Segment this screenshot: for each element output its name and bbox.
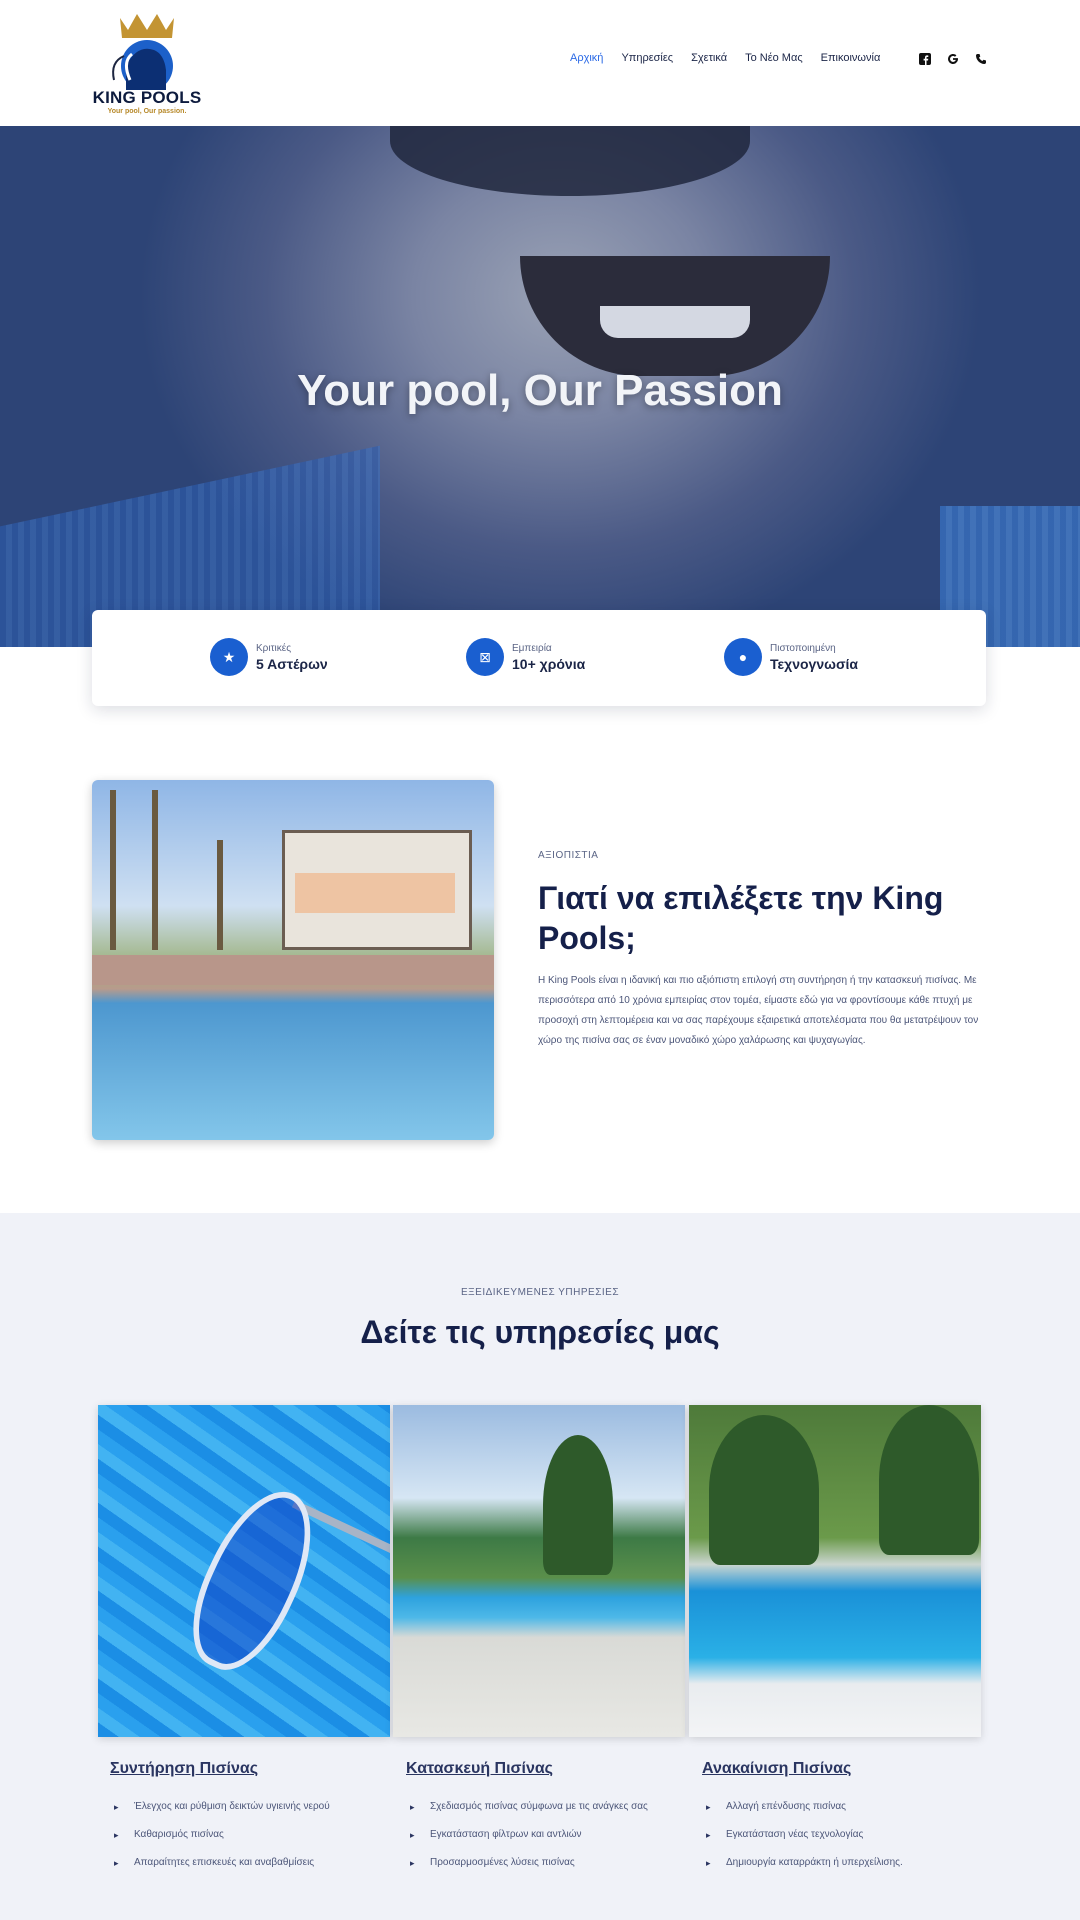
list-item: Αλλαγή επένδυσης πισίνας — [702, 1798, 942, 1816]
feature-reviews: ★ Κριτικές 5 Αστέρων — [210, 638, 328, 676]
crown-pool-logo-icon — [112, 14, 174, 92]
why-title: Γιατί να επιλέξετε την King Pools; — [538, 880, 944, 956]
services-title: Δείτε τις υπηρεσίες μας — [360, 1314, 720, 1350]
pool-deck — [92, 955, 494, 985]
feature-label: Πιστοποιημένη — [770, 642, 836, 654]
nav-item-news[interactable]: Το Νέο Μας — [745, 52, 803, 64]
list-item: Έλεγχος και ρύθμιση δεικτών υγιεινής νερ… — [110, 1798, 350, 1816]
feature-expertise: ● Πιστοποιημένη Τεχνογνωσία — [724, 638, 858, 676]
tree — [709, 1415, 819, 1565]
feature-value: 5 Αστέρων — [256, 655, 328, 672]
service-title-renovation[interactable]: Ανακαίνιση Πισίνας — [702, 1760, 851, 1778]
hero-goggles — [390, 126, 750, 196]
tree — [879, 1405, 979, 1555]
list-item: Εγκατάσταση νέας τεχνολογίας — [702, 1826, 942, 1844]
palm-tree — [110, 790, 116, 950]
google-icon[interactable] — [946, 52, 960, 66]
service-list-construction: Σχεδιασμός πισίνας σύμφωνα με τις ανάγκε… — [406, 1798, 656, 1882]
nav-item-about[interactable]: Σχετικά — [691, 52, 727, 64]
hero-banner: Your pool, Our Passion — [0, 126, 1080, 647]
why-eyebrow: ΑΞΙΟΠΙΣΤΙΑ — [538, 850, 599, 861]
nav-item-services[interactable]: Υπηρεσίες — [621, 52, 673, 64]
pine-tree — [543, 1435, 613, 1575]
social-links — [918, 52, 988, 66]
list-item: Εγκατάσταση φίλτρων και αντλιών — [406, 1826, 646, 1844]
service-list-renovation: Αλλαγή επένδυσης πισίνας Εγκατάσταση νέα… — [702, 1798, 942, 1882]
logo-wordmark: KING POOLS — [92, 88, 202, 107]
features-card: ★ Κριτικές 5 Αστέρων ⊠ Εμπειρία 10+ χρόν… — [92, 610, 986, 706]
phone-icon[interactable] — [974, 52, 988, 66]
facebook-icon[interactable] — [918, 52, 932, 66]
hero-teeth — [600, 306, 750, 338]
king-pools-logo[interactable]: KING POOLS Your pool, Our passion. — [92, 10, 202, 118]
service-image-maintenance[interactable] — [98, 1405, 390, 1737]
feature-value: 10+ χρόνια — [512, 655, 586, 672]
palm-tree — [217, 840, 223, 950]
list-item: Δημιουργία καταρράκτη ή υπερχείλισης. — [702, 1854, 942, 1872]
star-icon: ★ — [210, 638, 248, 676]
list-item: Απαραίτητες επισκευές και αναβαθμίσεις — [110, 1854, 350, 1872]
list-item: Καθαρισμός πισίνας — [110, 1826, 350, 1844]
nav-item-contact[interactable]: Επικοινωνία — [821, 52, 881, 64]
service-image-renovation[interactable] — [689, 1405, 981, 1737]
feature-value: Τεχνογνωσία — [770, 655, 859, 672]
list-item: Σχεδιασμός πισίνας σύμφωνα με τις ανάγκε… — [406, 1798, 656, 1816]
logo-tagline: Your pool, Our passion. — [107, 108, 187, 115]
service-title-construction[interactable]: Κατασκευή Πισίνας — [406, 1760, 553, 1778]
villa-pool-image — [92, 780, 494, 1140]
main-nav: Αρχική Υπηρεσίες Σχετικά Το Νέο Μας Επικ… — [570, 52, 880, 64]
feature-label: Κριτικές — [256, 642, 292, 654]
villa-house — [282, 830, 472, 950]
feature-experience: ⊠ Εμπειρία 10+ χρόνια — [466, 638, 585, 676]
hero-title: Your pool, Our Passion — [297, 366, 783, 415]
service-image-construction[interactable] — [393, 1405, 685, 1737]
site-header: KING POOLS Your pool, Our passion. Αρχικ… — [0, 0, 1080, 126]
why-description: Η King Pools είναι η ιδανική και πιο αξι… — [538, 975, 979, 1046]
service-title-maintenance[interactable]: Συντήρηση Πισίνας — [110, 1760, 258, 1778]
palm-tree — [152, 790, 158, 950]
services-eyebrow: ΕΞΕΙΔΙΚΕΥΜΕΝΕΣ ΥΠΗΡΕΣΙΕΣ — [460, 1287, 620, 1298]
list-item: Προσαρμοσμένες λύσεις πισίνας — [406, 1854, 646, 1872]
badge-icon: ⊠ — [466, 638, 504, 676]
circle-icon: ● — [724, 638, 762, 676]
service-list-maintenance: Έλεγχος και ρύθμιση δεικτών υγιεινής νερ… — [110, 1798, 350, 1882]
feature-label: Εμπειρία — [512, 642, 552, 654]
nav-item-home[interactable]: Αρχική — [570, 52, 603, 64]
